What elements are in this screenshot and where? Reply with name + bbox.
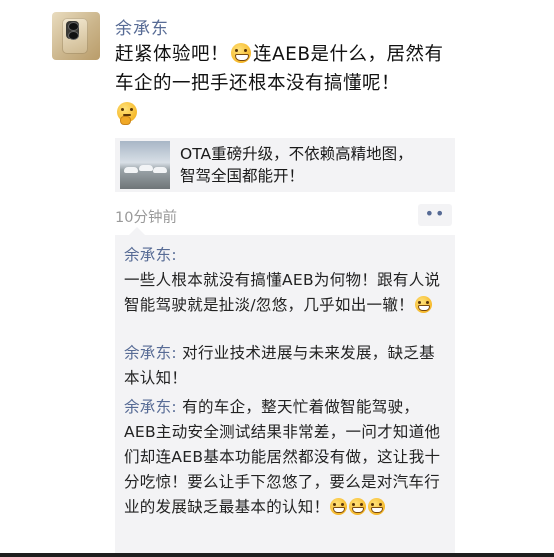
link-thumbnail (120, 141, 170, 189)
comments-panel: 余承东: 一些人根本就没有搞懂AEB为何物！跟有人说智能驾驶就是扯淡/忽悠，几乎… (115, 227, 455, 557)
comment-author[interactable]: 余承东: (124, 398, 177, 416)
grin-emoji-icon (349, 498, 367, 515)
grin-emoji-icon (368, 498, 386, 515)
camera-lens-icon (68, 22, 79, 31)
author-name[interactable]: 余承东 (115, 14, 169, 39)
grin-emoji-icon (330, 498, 348, 515)
bottom-edge (0, 553, 554, 557)
post-text: 赶紧体验吧！ 连AEB是什么，居然有车企的一把手还根本没有搞懂呢！ (115, 40, 460, 128)
post-text-part1: 赶紧体验吧！ (115, 44, 230, 65)
comment-item[interactable]: 余承东: 有的车企，整天忙着做智能驾驶，AEB主动安全测试结果非常差，一问才知道… (124, 395, 449, 520)
link-title: OTA重磅升级，不依赖高精地图， 智驾全国都能开！ (180, 145, 413, 185)
comment-item[interactable]: 余承东: 一些人根本就没有搞懂AEB为何物！跟有人说智能驾驶就是扯淡/忽悠，几乎… (124, 243, 449, 318)
camera-lens-icon (68, 31, 79, 40)
thinking-emoji-icon (414, 296, 432, 313)
comment-item[interactable]: 余承东: 对行业技术进展与未来发展，缺乏基本认知！ (124, 341, 449, 391)
comment-author[interactable]: 余承东: (124, 246, 177, 264)
more-actions-button[interactable]: •• (418, 204, 452, 226)
shared-link-card[interactable]: OTA重磅升级，不依赖高精地图， 智驾全国都能开！ (115, 138, 455, 192)
author-avatar[interactable] (52, 12, 100, 60)
post-timestamp: 10分钟前 (115, 210, 177, 226)
comment-author[interactable]: 余承东: (124, 344, 177, 362)
thinking-emoji-icon (117, 102, 137, 125)
comment-text: 一些人根本就没有搞懂AEB为何物！跟有人说智能驾驶就是扯淡/忽悠，几乎如出一辙！ (124, 271, 441, 314)
grin-emoji-icon (231, 43, 252, 63)
